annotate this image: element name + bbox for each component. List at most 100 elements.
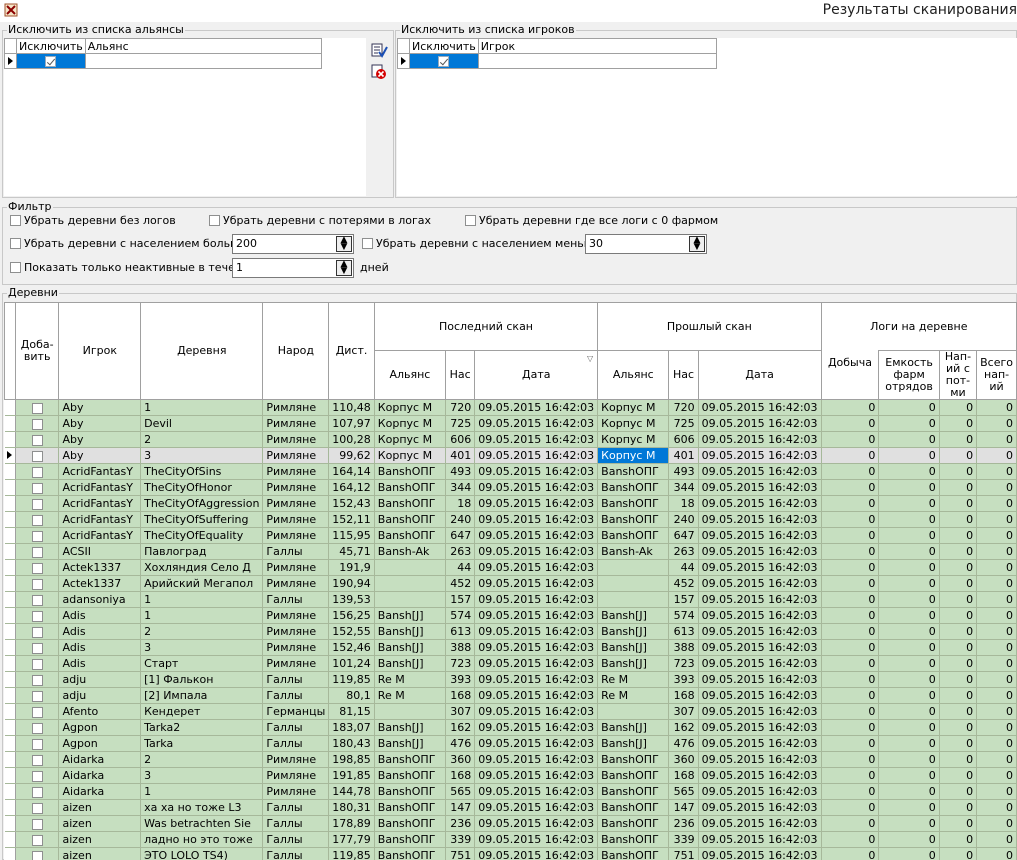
attacks-loss-cell[interactable]: 0: [939, 415, 978, 432]
add-checkbox-cell[interactable]: [15, 719, 60, 736]
attacks-loss-cell[interactable]: 0: [939, 479, 978, 496]
add-checkbox[interactable]: [31, 674, 43, 686]
filter-no-logs[interactable]: Убрать деревни без логов: [10, 214, 176, 228]
last-alliance-cell[interactable]: Bansh[J]: [374, 719, 447, 736]
add-checkbox-cell[interactable]: [15, 447, 60, 464]
last-date-cell[interactable]: 09.05.2015 16:42:03: [474, 847, 599, 860]
prev-alliance-cell[interactable]: Корпус M: [597, 447, 670, 464]
loot-cell[interactable]: 0: [821, 447, 880, 464]
capacity-cell[interactable]: 0: [878, 591, 940, 608]
loot-cell[interactable]: 0: [821, 623, 880, 640]
attacks-total-cell[interactable]: 0: [976, 607, 1017, 624]
add-checkbox[interactable]: [31, 514, 43, 526]
table-row[interactable]: Aby 3 Римляне 99,62 Корпус M 401 09.05.2015 16…: [4, 447, 1017, 464]
last-date-cell[interactable]: 09.05.2015 16:42:03: [474, 687, 599, 704]
last-pop-cell[interactable]: 147: [445, 799, 476, 816]
last-alliance-cell[interactable]: BanshОПГ: [374, 831, 447, 848]
capacity-cell[interactable]: 0: [878, 767, 940, 784]
attacks-loss-cell[interactable]: 0: [939, 831, 978, 848]
last-pop-cell[interactable]: 44: [445, 559, 476, 576]
last-alliance-cell[interactable]: BanshОПГ: [374, 463, 447, 480]
loot-cell[interactable]: 0: [821, 511, 880, 528]
last-pop-cell[interactable]: 725: [445, 415, 476, 432]
attacks-total-cell[interactable]: 0: [976, 703, 1017, 720]
prev-alliance-cell[interactable]: [597, 591, 670, 608]
add-checkbox-cell[interactable]: [15, 783, 60, 800]
capacity-cell[interactable]: 0: [878, 415, 940, 432]
col-last-alliance[interactable]: Альянс: [373, 350, 447, 400]
prev-alliance-cell[interactable]: Re M: [597, 671, 670, 688]
dist-cell[interactable]: 164,14: [328, 463, 375, 480]
table-row[interactable]: aizen ЭТО LOLO TS4) Галлы 119,85 BanshОПГ 751…: [4, 847, 1017, 860]
prev-alliance-cell[interactable]: Re M: [597, 687, 670, 704]
prev-alliance-cell[interactable]: Bansh[J]: [597, 639, 670, 656]
add-checkbox[interactable]: [31, 418, 43, 430]
last-pop-cell[interactable]: 720: [445, 399, 476, 416]
prev-alliance-cell[interactable]: Корпус M: [597, 431, 670, 448]
prev-pop-cell[interactable]: 236: [668, 815, 699, 832]
table-row[interactable]: Adis 1 Римляне 156,25 Bansh[J] 574 09.05.2015 …: [4, 607, 1017, 624]
last-pop-cell[interactable]: 162: [445, 719, 476, 736]
last-date-cell[interactable]: 09.05.2015 16:42:03: [474, 703, 599, 720]
dist-cell[interactable]: 119,85: [328, 847, 375, 860]
village-cell[interactable]: ЭТО LOLO TS4): [140, 847, 264, 860]
loot-cell[interactable]: 0: [821, 815, 880, 832]
prev-date-cell[interactable]: 09.05.2015 16:42:03: [698, 415, 822, 432]
tribe-cell[interactable]: Римляне: [262, 655, 330, 672]
add-checkbox[interactable]: [31, 642, 43, 654]
col-player[interactable]: Игрок: [477, 38, 717, 54]
last-pop-cell[interactable]: 18: [445, 495, 476, 512]
prev-alliance-cell[interactable]: Bansh-Ak: [597, 543, 670, 560]
last-alliance-cell[interactable]: BanshОПГ: [374, 847, 447, 860]
capacity-cell[interactable]: 0: [878, 527, 940, 544]
last-date-cell[interactable]: 09.05.2015 16:42:03: [474, 655, 599, 672]
prev-pop-cell[interactable]: 476: [668, 735, 699, 752]
prev-pop-cell[interactable]: 723: [668, 655, 699, 672]
village-cell[interactable]: 2: [140, 431, 264, 448]
village-cell[interactable]: ладно но это тоже: [140, 831, 264, 848]
village-cell[interactable]: TheCityOfSuffering: [140, 511, 264, 528]
prev-alliance-cell[interactable]: Bansh[J]: [597, 655, 670, 672]
capacity-cell[interactable]: 0: [878, 815, 940, 832]
tribe-cell[interactable]: Галлы: [262, 719, 330, 736]
checkbox[interactable]: [10, 237, 21, 249]
prev-pop-cell[interactable]: 493: [668, 463, 699, 480]
player-cell[interactable]: Aidarka: [58, 751, 142, 768]
last-date-cell[interactable]: 09.05.2015 16:42:03: [474, 623, 599, 640]
prev-pop-cell[interactable]: 18: [668, 495, 699, 512]
last-alliance-cell[interactable]: Bansh[J]: [374, 655, 447, 672]
prev-date-cell[interactable]: 09.05.2015 16:42:03: [698, 527, 822, 544]
spinner-icon[interactable]: ▲ ▼: [336, 236, 352, 252]
last-alliance-cell[interactable]: Bansh[J]: [374, 735, 447, 752]
prev-alliance-cell[interactable]: BanshОПГ: [597, 783, 670, 800]
attacks-loss-cell[interactable]: 0: [939, 655, 978, 672]
inactive-days-input[interactable]: 1 ▲ ▼: [232, 258, 354, 278]
prev-date-cell[interactable]: 09.05.2015 16:42:03: [698, 623, 822, 640]
prev-pop-cell[interactable]: 162: [668, 719, 699, 736]
last-date-cell[interactable]: 09.05.2015 16:42:03: [474, 767, 599, 784]
dist-cell[interactable]: 183,07: [328, 719, 375, 736]
attacks-total-cell[interactable]: 0: [976, 655, 1017, 672]
last-alliance-cell[interactable]: BanshОПГ: [374, 799, 447, 816]
last-pop-cell[interactable]: 393: [445, 671, 476, 688]
attacks-loss-cell[interactable]: 0: [939, 687, 978, 704]
last-pop-cell[interactable]: 236: [445, 815, 476, 832]
add-checkbox-cell[interactable]: [15, 479, 60, 496]
player-cell[interactable]: Aidarka: [58, 767, 142, 784]
village-cell[interactable]: Старт: [140, 655, 264, 672]
attacks-total-cell[interactable]: 0: [976, 591, 1017, 608]
prev-pop-cell[interactable]: 401: [668, 447, 699, 464]
last-pop-cell[interactable]: 647: [445, 527, 476, 544]
add-checkbox-cell[interactable]: [15, 703, 60, 720]
dist-cell[interactable]: 152,55: [328, 623, 375, 640]
attacks-total-cell[interactable]: 0: [976, 431, 1017, 448]
add-checkbox[interactable]: [31, 498, 43, 510]
villages-grid[interactable]: Доба-вить Игрок Деревня Народ Дист. Посл…: [4, 302, 1017, 860]
loot-cell[interactable]: 0: [821, 783, 880, 800]
prev-date-cell[interactable]: 09.05.2015 16:42:03: [698, 543, 822, 560]
capacity-cell[interactable]: 0: [878, 559, 940, 576]
village-cell[interactable]: ха ха но тоже L3: [140, 799, 264, 816]
tribe-cell[interactable]: Римляне: [262, 463, 330, 480]
village-cell[interactable]: 3: [140, 447, 264, 464]
loot-cell[interactable]: 0: [821, 495, 880, 512]
